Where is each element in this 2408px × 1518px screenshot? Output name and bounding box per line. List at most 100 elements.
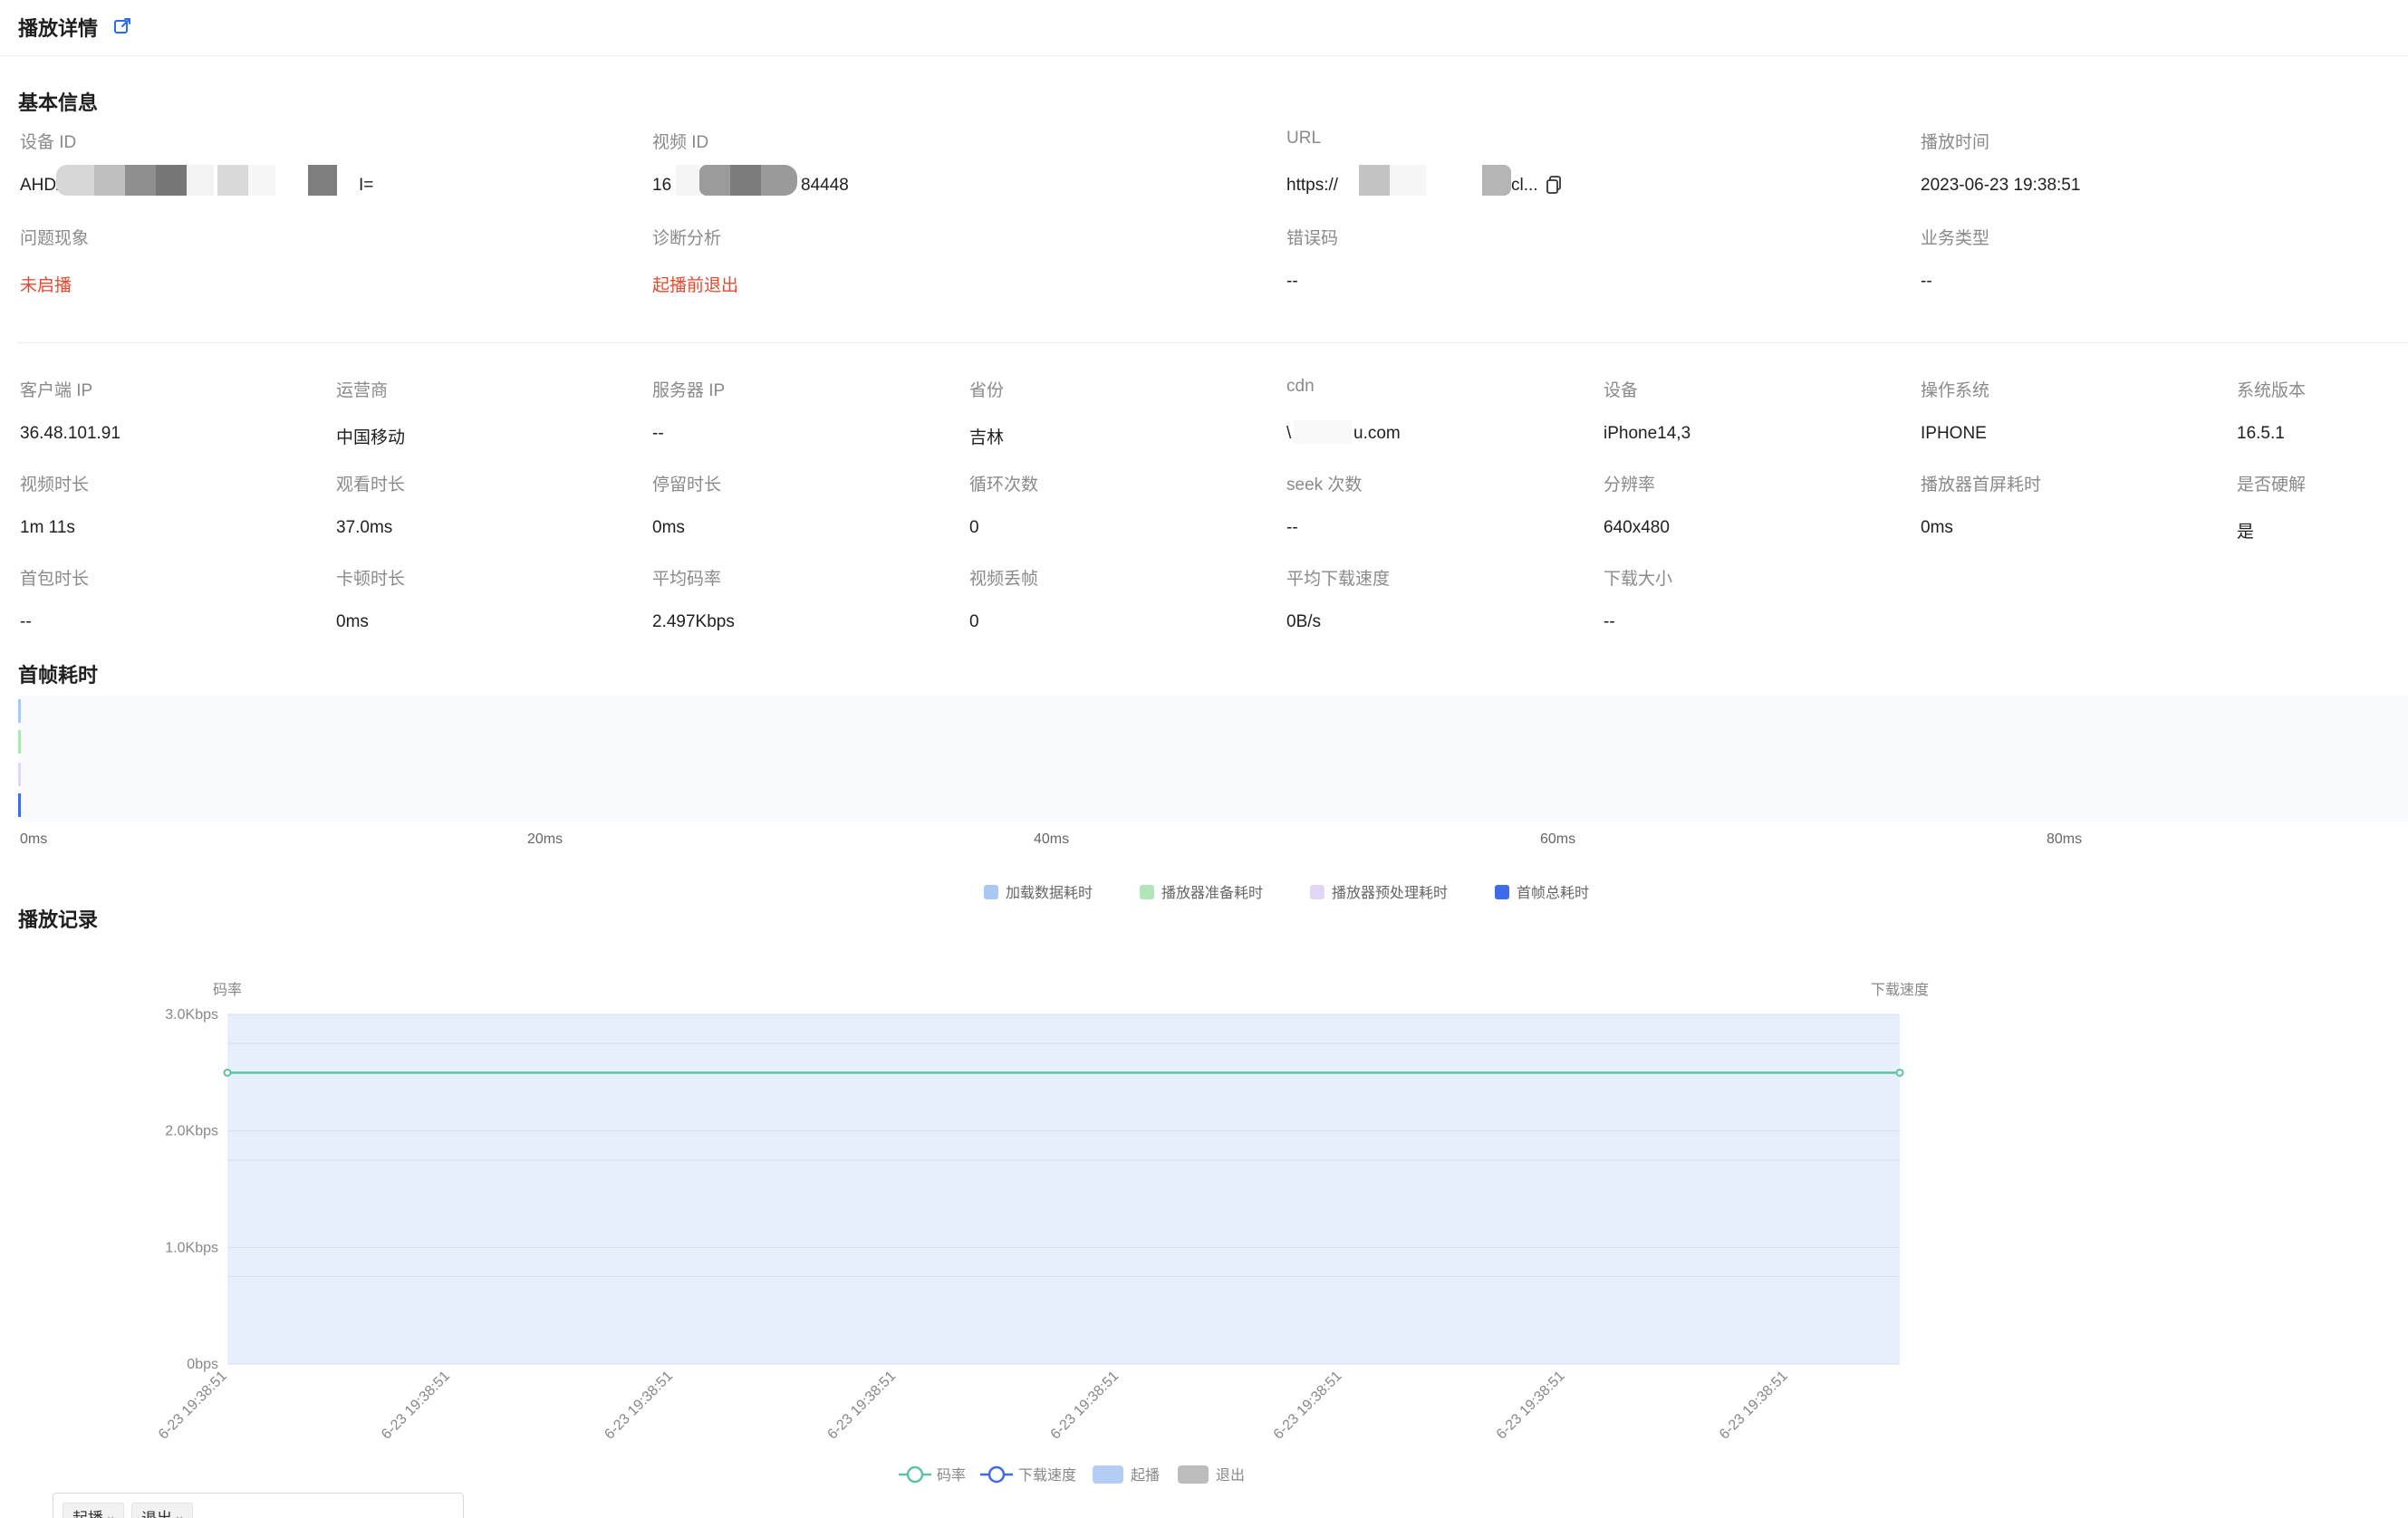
download-size-label: 下载大小 [1604,570,1673,589]
diagnosis-value: 起播前退出 [652,276,739,295]
first-screen-value: 0ms [1921,518,1953,537]
client-ip-value: 36.48.101.91 [20,424,120,443]
server-ip-value: -- [652,424,664,443]
filter-tag-exit[interactable]: 退出× [131,1503,194,1518]
first-frame-bar-load [18,699,21,723]
issue-label: 问题现象 [20,229,90,248]
play-time-value: 2023-06-23 19:38:51 [1921,176,2081,195]
stall-duration-label: 卡顿时长 [336,570,406,589]
seek-count-label: seek 次数 [1286,476,1363,495]
hw-decode-label: 是否硬解 [2237,476,2307,495]
first-frame-bar-total [18,793,21,817]
seek-count-value: -- [1286,518,1298,537]
x-tick-label: 6-23 19:38:51 [602,1369,676,1443]
x-tick-label: 6-23 19:38:51 [1717,1369,1791,1443]
error-code-value: -- [1286,272,1298,291]
video-id-value: 16 [652,176,672,195]
copy-icon[interactable] [1546,176,1562,194]
close-icon[interactable]: × [176,1512,183,1518]
x-tick-label: 6-23 19:38:51 [1048,1369,1122,1443]
first-frame-bar-preprocess [18,763,21,786]
loop-count-label: 循环次数 [969,476,1039,495]
x-tick-label: 6-23 19:38:51 [156,1369,230,1443]
y-axis-right-label: 下载速度 [1871,982,1929,998]
video-id-tail: 84448 [801,176,849,195]
close-icon[interactable]: × [107,1512,114,1518]
legend-load-data[interactable]: 加载数据耗时 [984,880,1093,902]
play-record-chart: 0bps1.0Kbps2.0Kbps3.0Kbps码率 下载速度6-23 19:3… [156,982,1929,1484]
dropped-frames-label: 视频丢帧 [969,570,1039,589]
stay-duration-value: 0ms [652,518,685,537]
legend-series-label: 码率 [937,1467,966,1484]
redacted-mask [676,165,803,196]
basic-info-title: 基本信息 [18,91,99,114]
axis-tick: 60ms [1540,831,1576,847]
x-tick-label: 6-23 19:38:51 [1271,1369,1345,1443]
watch-duration-label: 观看时长 [336,476,406,495]
diagnosis-label: 诊断分析 [652,229,722,248]
os-version-label: 系统版本 [2237,381,2307,400]
stall-duration-value: 0ms [336,612,369,631]
bitrate-point [223,1068,232,1077]
bitrate-point [1895,1068,1904,1077]
legend-band-label: 起播 [1131,1467,1160,1484]
url-label: URL [1286,129,1322,148]
issue-value: 未启播 [20,276,72,295]
province-label: 省份 [969,381,1005,400]
y-tick-label: 1.0Kbps [165,1240,218,1255]
first-frame-chart [18,696,2408,822]
page-title: 播放详情 [18,17,99,40]
loop-count-value: 0 [969,518,979,537]
client-ip-label: 客户端 IP [20,381,93,400]
redacted-mask [1294,420,1352,444]
redacted-mask [1348,165,1511,196]
legend-band-swatch [1093,1465,1123,1484]
download-size-value: -- [1604,612,1615,631]
os-version-value: 16.5.1 [2237,424,2285,443]
event-filter-select[interactable]: 起播× 退出× [53,1493,464,1518]
stay-duration-label: 停留时长 [652,476,722,495]
device-value: iPhone14,3 [1604,424,1691,443]
external-link-icon[interactable] [112,16,132,36]
legend-first-frame-total[interactable]: 首帧总耗时 [1495,880,1589,902]
first-packet-value: -- [20,612,32,631]
legend-series-label: 下载速度 [1018,1467,1076,1484]
x-tick-label: 6-23 19:38:51 [379,1369,453,1443]
os-value: IPHONE [1921,424,1987,443]
y-tick-label: 0bps [187,1357,218,1372]
first-frame-title: 首帧耗时 [18,664,99,687]
cdn-label: cdn [1286,377,1315,396]
cdn-value: \ [1286,424,1292,443]
axis-tick: 20ms [527,831,563,847]
avg-download-speed-label: 平均下载速度 [1286,570,1391,589]
filter-tag-start[interactable]: 起播× [63,1503,125,1518]
redacted-mask [56,165,337,196]
server-ip-label: 服务器 IP [652,381,726,400]
hw-decode-value: 是 [2237,523,2255,542]
legend-player-preprocess[interactable]: 播放器预处理耗时 [1310,880,1448,902]
start-band [227,1014,1900,1364]
isp-value: 中国移动 [336,428,406,447]
avg-download-speed-value: 0B/s [1286,612,1322,631]
url-tail: cl... [1511,176,1538,195]
axis-tick: 40ms [1034,831,1070,847]
x-tick-label: 6-23 19:38:51 [1494,1369,1568,1443]
dropped-frames-value: 0 [969,612,979,631]
legend-series-marker [906,1465,924,1484]
business-type-label: 业务类型 [1921,229,1990,248]
resolution-value: 640x480 [1604,518,1670,537]
url-value: https:// [1286,176,1339,195]
avg-bitrate-label: 平均码率 [652,570,722,589]
device-label: 设备 [1604,381,1639,400]
legend-player-prepare[interactable]: 播放器准备耗时 [1140,880,1263,902]
first-screen-label: 播放器首屏耗时 [1921,476,2042,495]
play-time-label: 播放时间 [1921,133,1990,152]
watch-duration-value: 37.0ms [336,518,393,537]
section-divider [18,342,2408,343]
video-duration-label: 视频时长 [20,476,90,495]
avg-bitrate-value: 2.497Kbps [652,612,735,631]
device-id-label: 设备 ID [20,133,77,152]
page-header: 播放详情 [0,0,2408,56]
y-axis-left-label: 码率 [213,982,242,998]
device-id-tail: I= [359,176,374,195]
